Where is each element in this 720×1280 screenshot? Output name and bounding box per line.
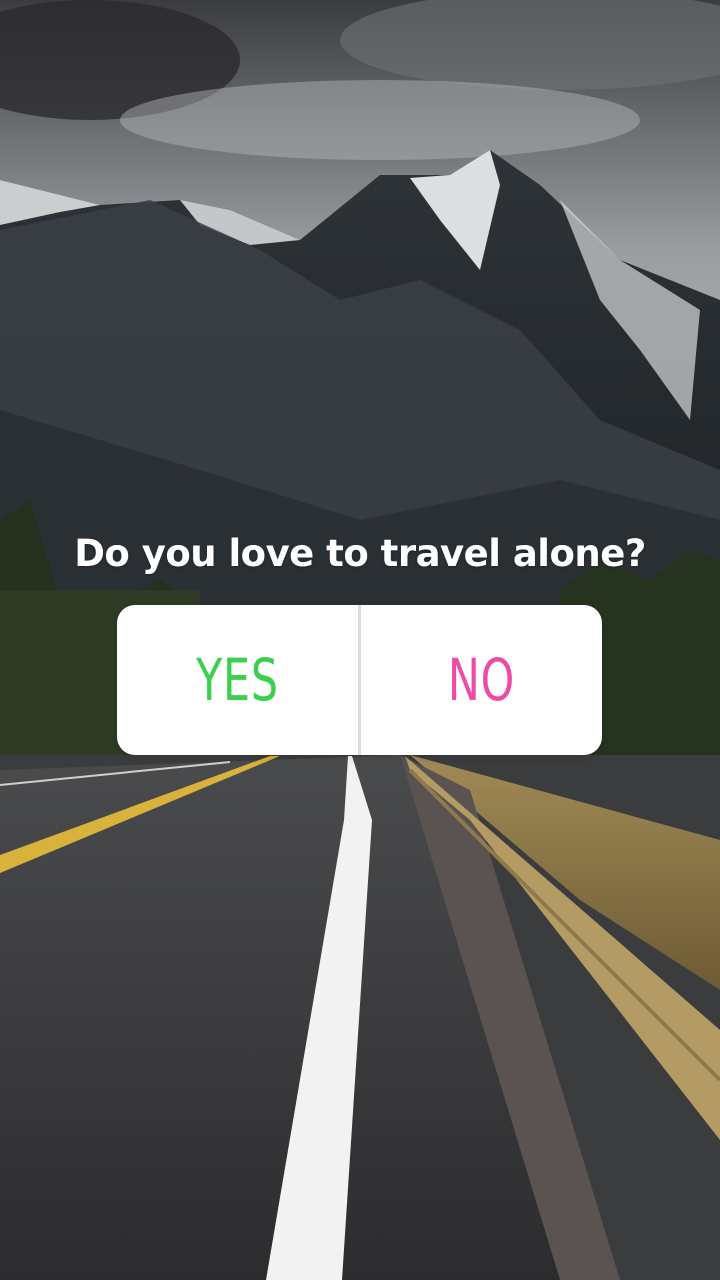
story-screen: Do you love to travel alone? YES NO: [0, 0, 720, 1280]
poll-sticker: YES NO: [117, 605, 602, 755]
poll-option-yes[interactable]: YES: [139, 605, 337, 755]
poll-question: Do you love to travel alone?: [74, 532, 646, 575]
poll-option-no[interactable]: NO: [383, 605, 581, 755]
poll-divider: [358, 605, 361, 755]
